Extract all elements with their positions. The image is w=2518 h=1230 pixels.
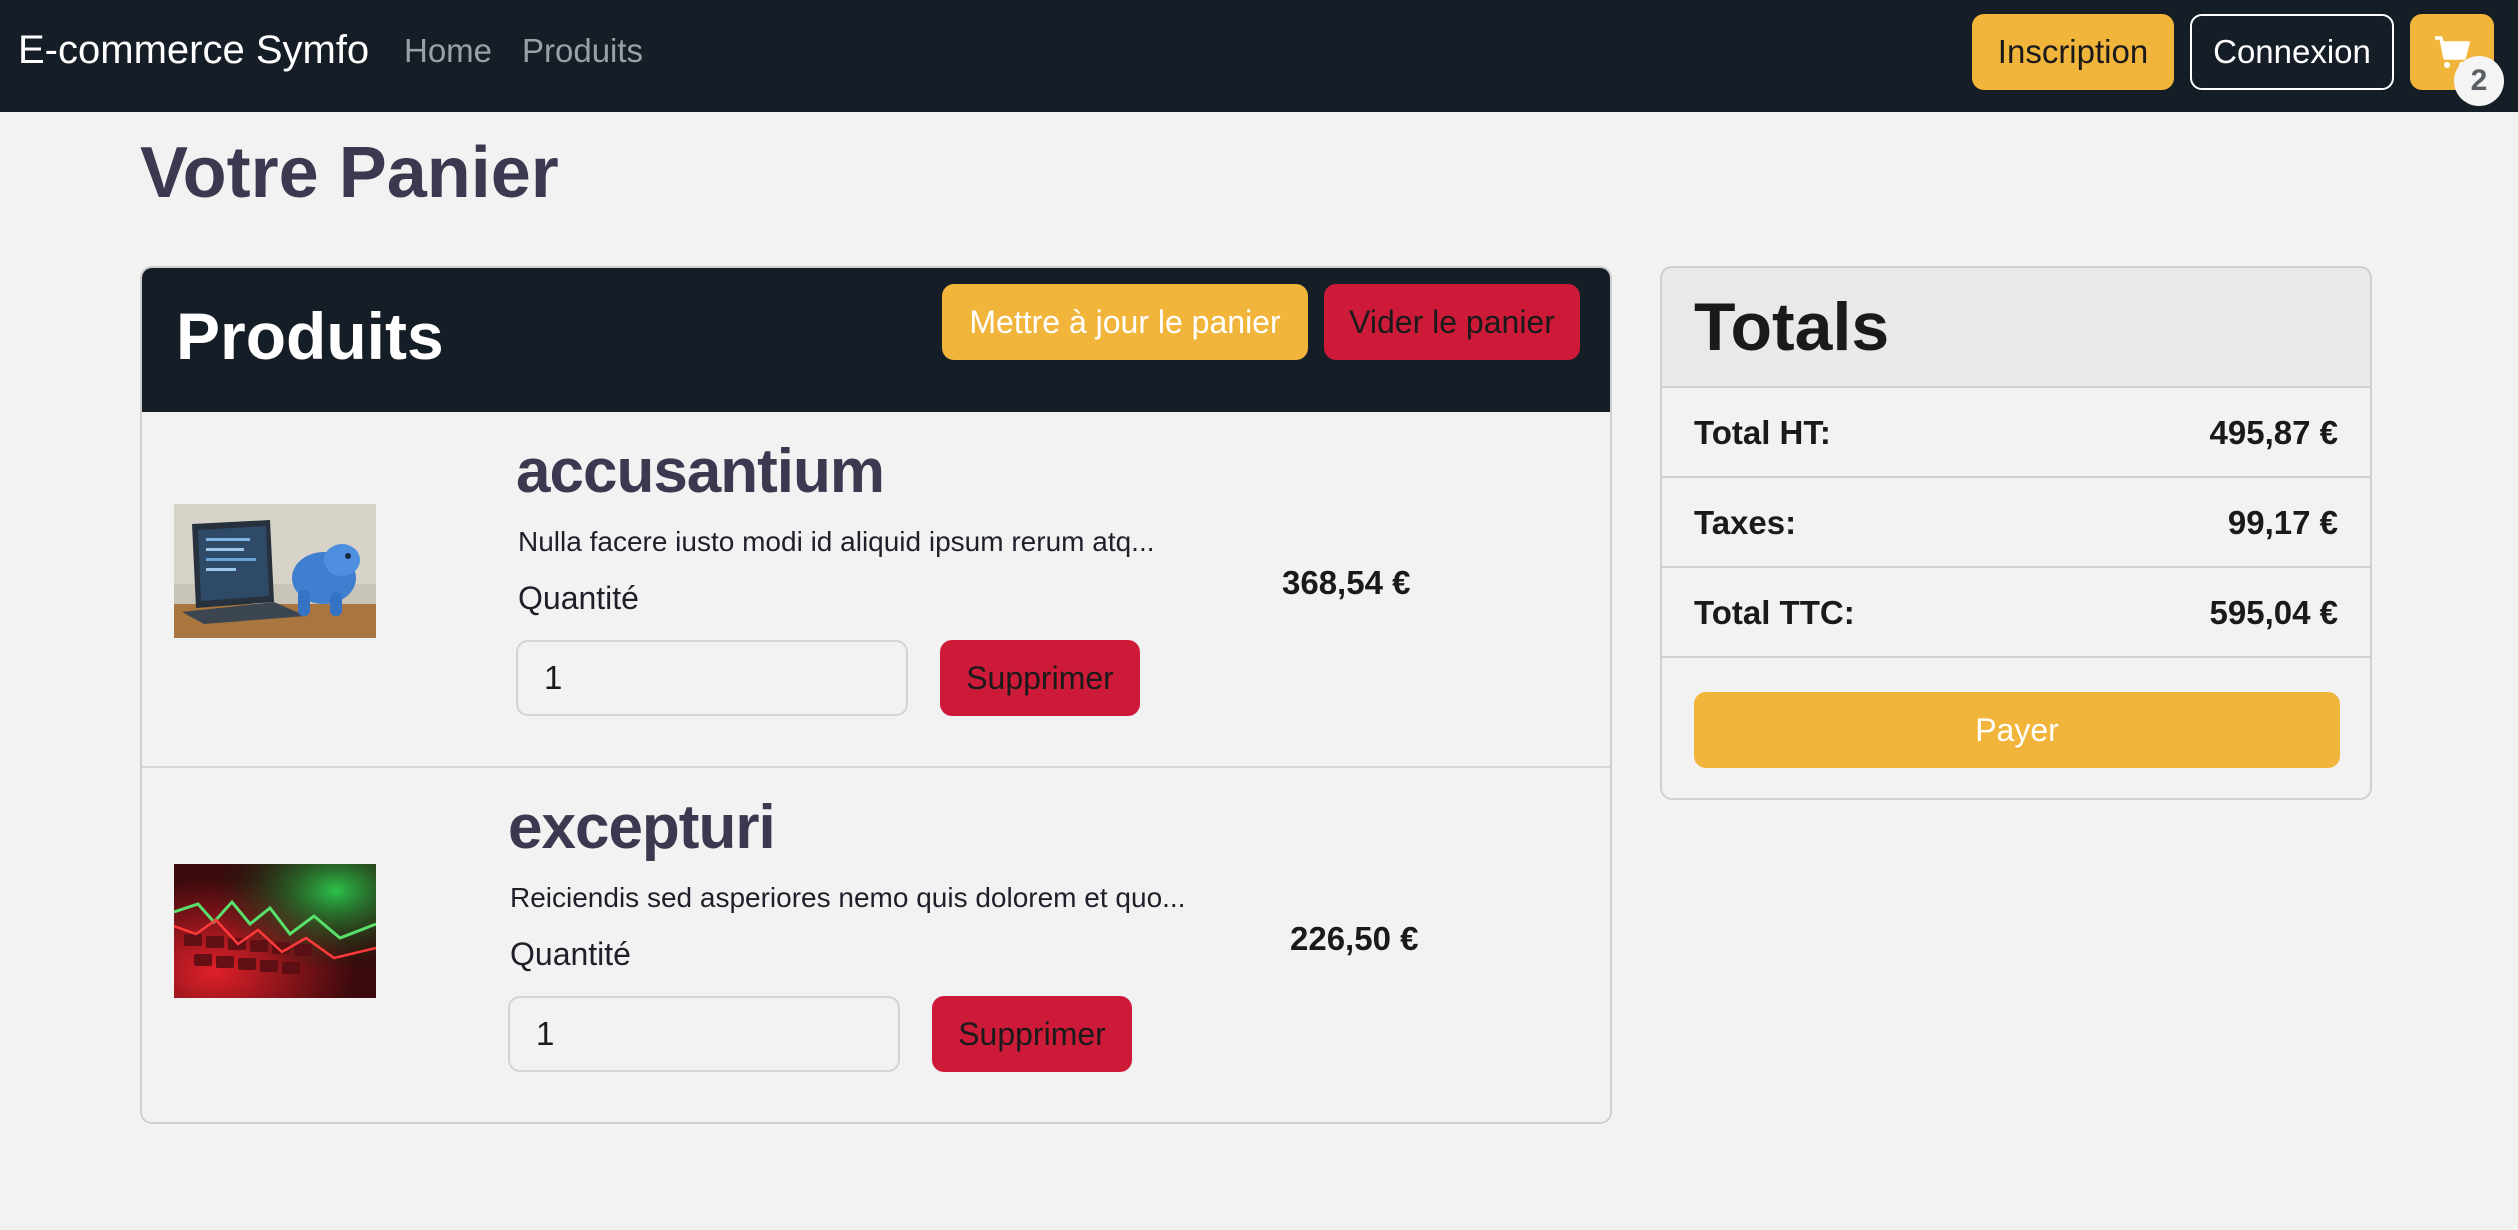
nav-link-produits[interactable]: Produits	[522, 32, 643, 70]
quantity-label: Quantité	[518, 580, 639, 616]
totals-label: Total TTC:	[1694, 594, 1855, 631]
products-card: Produits Mettre à jour le panier Vider l…	[140, 266, 1612, 1124]
page-title: Votre Panier	[140, 133, 559, 213]
totals-title: Totals	[1694, 289, 1890, 365]
nav-link-home[interactable]: Home	[404, 32, 492, 70]
product-price: 226,50 €	[1290, 920, 1419, 957]
product-price: 368,54 €	[1282, 564, 1411, 601]
empty-cart-button[interactable]: Vider le panier	[1324, 284, 1580, 360]
totals-value: 595,04 €	[2209, 594, 2338, 631]
pay-button[interactable]: Payer	[1694, 692, 2340, 768]
totals-header: Totals	[1662, 268, 2370, 388]
product-description: Reiciendis sed asperiores nemo quis dolo…	[510, 882, 1186, 913]
totals-label: Total HT:	[1694, 414, 1831, 451]
totals-label: Taxes:	[1694, 504, 1797, 541]
signup-button[interactable]: Inscription	[1972, 14, 2174, 90]
totals-row-taxes: Taxes: 99,17 €	[1662, 478, 2370, 568]
totals-card: Totals Total HT: 495,87 € Taxes: 99,17 €…	[1660, 266, 2372, 800]
cart-count-badge: 2	[2454, 56, 2504, 106]
product-row: accusantium Nulla facere iusto modi id a…	[142, 412, 1610, 768]
products-title: Produits	[176, 299, 444, 373]
brand-link[interactable]: E-commerce Symfo	[18, 28, 369, 73]
product-description: Nulla facere iusto modi id aliquid ipsum…	[518, 526, 1155, 557]
product-row: excepturi Reiciendis sed asperiores nemo…	[142, 768, 1610, 1122]
product-name: excepturi	[508, 793, 776, 862]
update-cart-button[interactable]: Mettre à jour le panier	[942, 284, 1308, 360]
quantity-input[interactable]	[508, 996, 900, 1072]
delete-product-button[interactable]: Supprimer	[932, 996, 1132, 1072]
delete-product-button[interactable]: Supprimer	[940, 640, 1140, 716]
quantity-label: Quantité	[510, 936, 631, 972]
totals-value: 99,17 €	[2227, 504, 2338, 541]
product-name: accusantium	[516, 437, 885, 506]
products-header: Produits Mettre à jour le panier Vider l…	[142, 268, 1610, 412]
totals-value: 495,87 €	[2209, 414, 2338, 451]
product-image	[174, 864, 376, 998]
product-image	[174, 504, 376, 638]
login-button[interactable]: Connexion	[2190, 14, 2394, 90]
navbar: E-commerce Symfo Home Produits Inscripti…	[0, 0, 2518, 112]
quantity-input[interactable]	[516, 640, 908, 716]
totals-row-ttc: Total TTC: 595,04 €	[1662, 568, 2370, 658]
totals-row-ht: Total HT: 495,87 €	[1662, 388, 2370, 478]
